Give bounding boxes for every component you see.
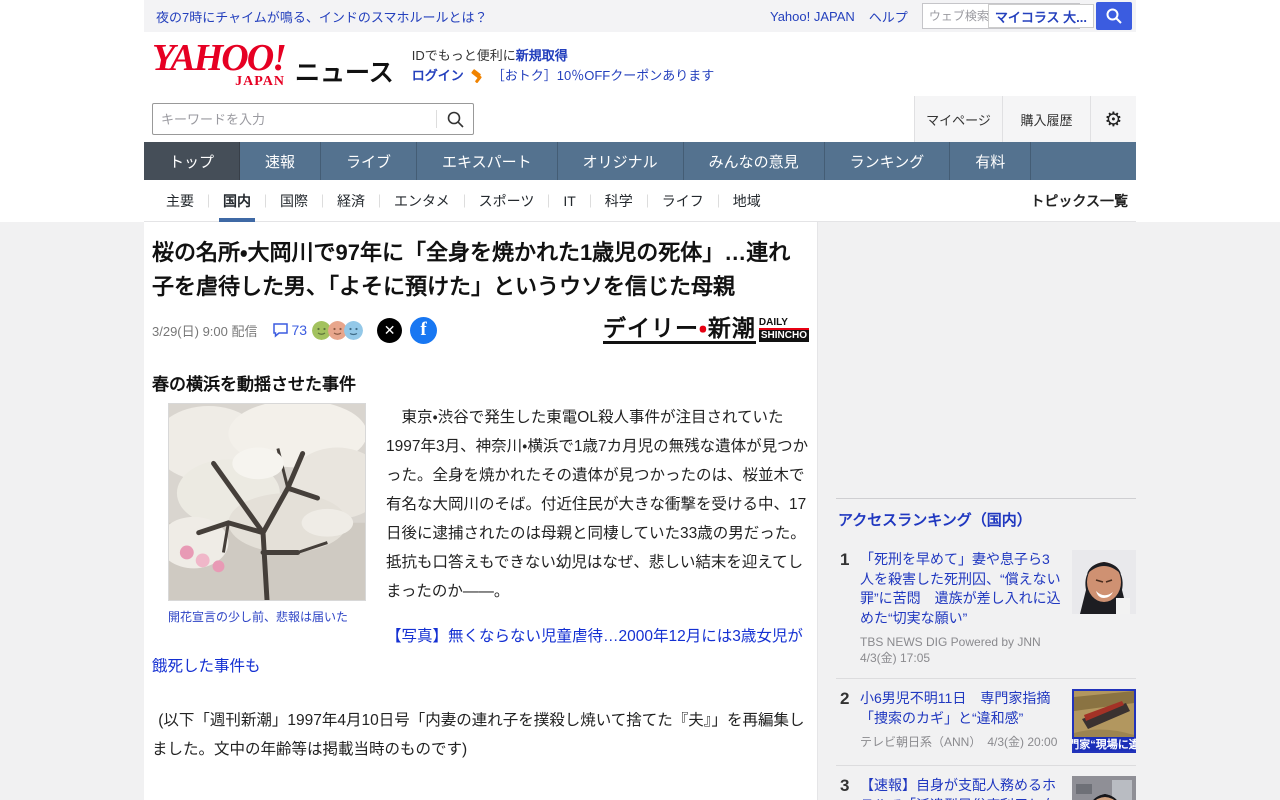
page-body: 桜の名所・大岡川で97年に「全身を焼かれた1歳児の死体」…連れ子を虐待した男、「… <box>0 222 1280 800</box>
rank-number: 1 <box>840 550 850 569</box>
settings-gear-icon[interactable]: ⚙ <box>1090 96 1136 142</box>
ranking-link-1[interactable]: 「死刑を早めて」妻や息子ら3人を殺害した死刑囚、“償えない罪”に苦悶 遺族が差し… <box>860 550 1062 628</box>
purchase-history-button[interactable]: 購入履歴 <box>1002 96 1090 142</box>
masthead-texts: IDでもっと便利に新規取得 ログイン ［おトク］10％OFFクーポンあります <box>412 46 714 86</box>
site-header: 夜の7時にチャイムが鳴る、インドのスマホルールとは？ Yahoo! JAPAN … <box>0 0 1280 222</box>
source-logo-jp2: 新潮 <box>707 315 756 342</box>
subnav-region[interactable]: 地域 <box>717 179 775 222</box>
nav-tab-top[interactable]: トップ <box>144 142 241 180</box>
nav-tab-paid[interactable]: 有料 <box>950 142 1032 180</box>
access-ranking-module: アクセスランキング（国内） 1 「死刑を早めて」妻や息子ら3人を殺害した死刑囚、… <box>836 498 1136 800</box>
cherry-blossom-photo[interactable] <box>168 403 366 602</box>
web-search-box: マイコラス 大... <box>921 2 1132 30</box>
keyword-search-box <box>152 103 474 135</box>
search-icon <box>447 111 464 128</box>
top-utility-bar: 夜の7時にチャイムが鳴る、インドのスマホルールとは？ Yahoo! JAPAN … <box>144 0 1136 32</box>
news-search-row: マイページ 購入履歴 ⚙ <box>144 96 1136 142</box>
ranking-source-1: TBS NEWS DIG Powered by JNN <box>860 635 1041 649</box>
subnav-sports[interactable]: スポーツ <box>463 179 549 222</box>
rank-number: 3 <box>840 776 850 795</box>
facebook-share-icon[interactable]: f <box>410 316 438 344</box>
main-nav: トップ 速報 ライブ エキスパート オリジナル みんなの意見 ランキング 有料 <box>144 142 1136 180</box>
comment-bubble-icon <box>272 323 288 338</box>
keyword-search-button[interactable] <box>437 104 473 134</box>
subnav-entertainment[interactable]: エンタメ <box>379 179 464 222</box>
nav-tab-expert[interactable]: エキスパート <box>417 142 558 180</box>
yahoo-logo: YAHOO! JAPAN <box>152 36 287 90</box>
topics-list-link[interactable]: トピックス一覧 <box>1030 191 1128 211</box>
help-link[interactable]: ヘルプ <box>869 7 908 26</box>
photo-link-paragraph: 【写真】無くならない児童虐待…2000年12月には3歳女児が餓死した事件も <box>152 622 809 682</box>
photo-link[interactable]: 【写真】無くならない児童虐待…2000年12月には3歳女児が餓死した事件も <box>152 628 803 675</box>
ranking-item-1: 1 「死刑を早めて」妻や息子ら3人を殺害した死刑囚、“償えない罪”に苦悶 遺族が… <box>836 540 1136 679</box>
ranking-link-3[interactable]: 【速報】自身が支配人務めるホテルで「派遣型風俗店利用し女性を盗撮疑い・逃走しよう… <box>860 776 1062 800</box>
ranking-date-2: 4/3(金) 20:00 <box>987 735 1058 749</box>
source-logo-shincho: SHINCHO <box>758 330 809 343</box>
auction-hammer-icon <box>471 69 482 83</box>
search-icon <box>1106 8 1122 24</box>
mypage-button[interactable]: マイページ <box>914 96 1002 142</box>
id-benefit-text: IDでもっと便利に <box>411 48 516 63</box>
subnav-major[interactable]: 主要 <box>152 180 208 222</box>
figure-caption: 開花宣言の少し前、悲報は届いた <box>168 610 349 625</box>
ranking-link-2[interactable]: 小6男児不明11日 専門家指摘 「捜索のカギ」と“違和感” <box>860 689 1064 728</box>
subnav-it[interactable]: IT <box>548 179 590 222</box>
share-buttons: ✕ f <box>377 316 438 344</box>
access-ranking-heading[interactable]: アクセスランキング（国内） <box>836 507 1136 540</box>
signup-link[interactable]: 新規取得 <box>516 48 568 63</box>
x-share-icon[interactable]: ✕ <box>377 317 403 343</box>
coupon-promo-link[interactable]: ［おトク］10％OFFクーポンあります <box>492 66 714 86</box>
ranking-item-3: 3 【速報】自身が支配人務めるホテルで「派遣型風俗店利用し女性を盗撮疑い・逃走し… <box>836 766 1136 800</box>
subnav-science[interactable]: 科学 <box>589 179 647 222</box>
topbar-headline-link[interactable]: 夜の7時にチャイムが鳴る、インドのスマホルールとは？ <box>156 7 487 26</box>
yahoo-news-logo[interactable]: YAHOO! JAPAN ニュース <box>152 36 394 90</box>
source-logo-jp1: デイリー <box>603 315 700 342</box>
reaction-emojis[interactable] <box>312 320 364 340</box>
thumb2-overlay-text: 門家“現場に違 <box>1072 737 1136 751</box>
nav-tab-flash[interactable]: 速報 <box>240 142 322 180</box>
ranking-thumb-1[interactable] <box>1072 550 1136 614</box>
topbar-right: Yahoo! JAPAN ヘルプ マイコラス 大... <box>770 2 1132 30</box>
ranking-thumb-2[interactable]: 門家“現場に違 <box>1072 689 1136 753</box>
subnav-economy[interactable]: 経済 <box>322 179 379 222</box>
article-title: 桜の名所・大岡川で97年に「全身を焼かれた1歳児の死体」…連れ子を虐待した男、「… <box>152 240 791 300</box>
login-link[interactable]: ログイン <box>412 66 464 86</box>
source-logo-daily: DAILY <box>758 318 809 331</box>
ranking-thumb-3[interactable] <box>1072 776 1136 800</box>
emoji-sad-icon <box>344 320 364 340</box>
keyword-search-input[interactable] <box>153 111 436 127</box>
subnav-world[interactable]: 国際 <box>265 179 322 222</box>
article-paragraph-2: (以下「週刊新潮」1997年4月10日号「内妻の連れ子を撲殺し焼いて捨てた『夫』… <box>152 712 805 759</box>
comment-count: 73 <box>291 322 308 339</box>
category-subnav: 主要 国内 国際 経済 エンタメ スポーツ IT 科学 ライフ 地域 トピックス… <box>144 179 1136 222</box>
news-service-label: ニュース <box>294 59 394 88</box>
masthead: YAHOO! JAPAN ニュース IDでもっと便利に新規取得 ログイン ［おト… <box>144 32 1136 96</box>
nav-tab-opinions[interactable]: みんなの意見 <box>684 142 825 180</box>
subnav-life[interactable]: ライフ <box>646 179 718 222</box>
section-heading: 春の横浜を動揺させた事件 <box>152 375 356 395</box>
ranking-source-2: テレビ朝日系（ANN） <box>860 735 976 749</box>
comment-count-button[interactable]: 73 <box>272 322 308 339</box>
article-meta: 3/29(日) 9:00 配信 73 ✕ f デイリー・新潮 DAILY SHI… <box>152 315 809 345</box>
delivery-label: 配信 <box>231 323 258 339</box>
account-utility-cells: マイページ 購入履歴 ⚙ <box>914 96 1136 142</box>
ranking-item-2: 2 小6男児不明11日 専門家指摘 「捜索のカギ」と“違和感” テレビ朝日系（A… <box>836 679 1136 766</box>
nav-tab-original[interactable]: オリジナル <box>558 142 684 180</box>
subnav-domestic[interactable]: 国内 <box>208 179 265 222</box>
web-search-button[interactable] <box>1096 2 1132 30</box>
nav-tab-live[interactable]: ライブ <box>321 142 418 180</box>
nav-tab-ranking[interactable]: ランキング <box>825 142 951 180</box>
article-figure: 開花宣言の少し前、悲報は届いた <box>168 403 366 625</box>
article-date: 3/29(日) 9:00 <box>152 323 228 339</box>
search-suggestion-chip[interactable]: マイコラス 大... <box>987 4 1094 28</box>
yahoo-japan-link[interactable]: Yahoo! JAPAN <box>770 9 855 24</box>
ranking-date-1: 4/3(金) 17:05 <box>860 651 931 665</box>
article: 桜の名所・大岡川で97年に「全身を焼かれた1歳児の死体」…連れ子を虐待した男、「… <box>144 222 818 800</box>
daily-shincho-logo[interactable]: デイリー・新潮 DAILY SHINCHO <box>603 315 809 345</box>
sidebar: アクセスランキング（国内） 1 「死刑を早めて」妻や息子ら3人を殺害した死刑囚、… <box>836 222 1136 800</box>
rank-number: 2 <box>840 689 850 708</box>
